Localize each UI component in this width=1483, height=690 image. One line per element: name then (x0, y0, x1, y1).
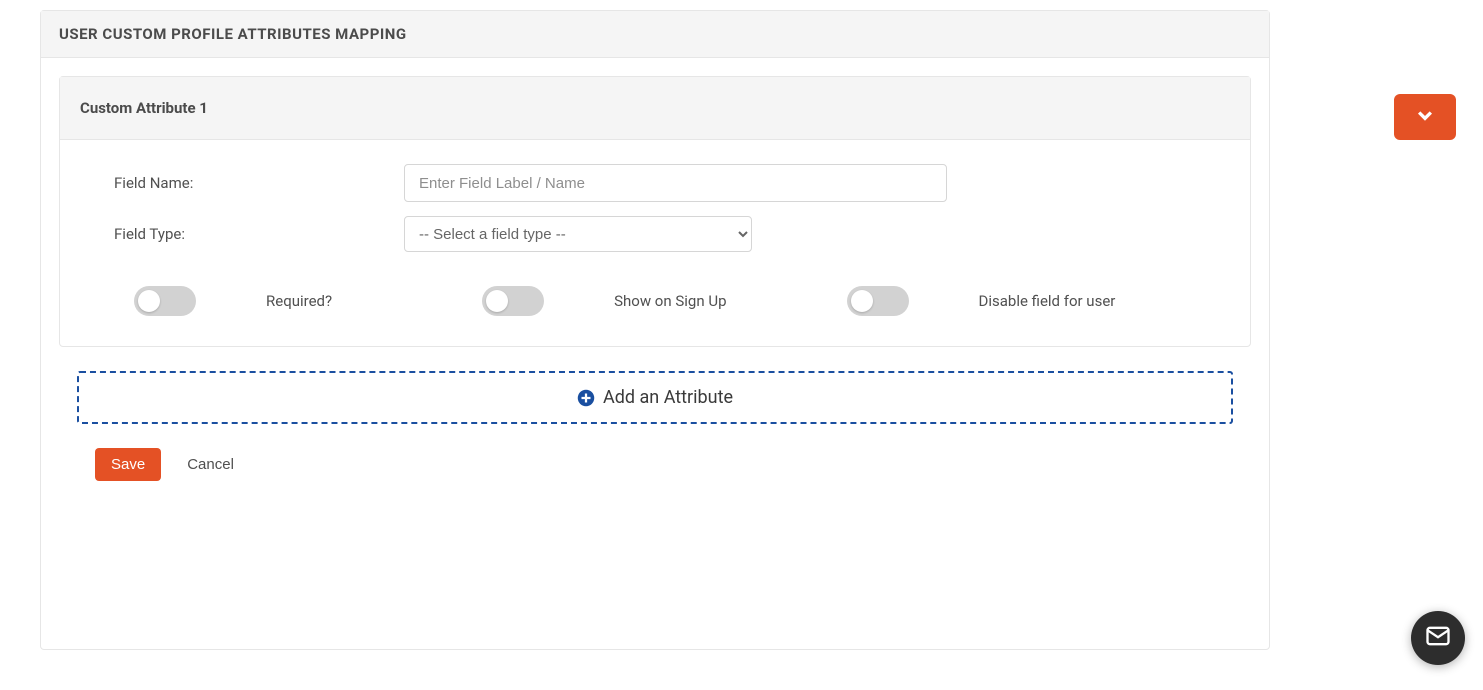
required-toggle-label: Required? (266, 292, 332, 310)
panel-title: USER CUSTOM PROFILE ATTRIBUTES MAPPING (41, 11, 1269, 58)
scroll-down-button[interactable] (1394, 94, 1456, 140)
toggle-knob (851, 290, 873, 312)
field-name-label: Field Name: (114, 174, 404, 192)
plus-circle-icon (577, 389, 595, 407)
cancel-button[interactable]: Cancel (187, 456, 234, 473)
attribute-title: Custom Attribute 1 (60, 77, 1250, 140)
save-button[interactable]: Save (95, 448, 161, 481)
add-attribute-button[interactable]: Add an Attribute (77, 371, 1233, 424)
field-name-input[interactable] (404, 164, 947, 202)
chat-button[interactable] (1411, 611, 1465, 665)
custom-attribute-card: Custom Attribute 1 Field Name: Field Typ… (59, 76, 1251, 347)
chevron-down-icon (1415, 105, 1435, 129)
toggle-knob (486, 290, 508, 312)
show-on-signup-toggle-label: Show on Sign Up (614, 292, 726, 310)
toggle-knob (138, 290, 160, 312)
attributes-mapping-panel: USER CUSTOM PROFILE ATTRIBUTES MAPPING C… (40, 10, 1270, 650)
field-type-select[interactable]: -- Select a field type -- (404, 216, 752, 252)
add-attribute-label: Add an Attribute (603, 387, 733, 408)
disable-field-toggle[interactable] (847, 286, 909, 316)
mail-icon (1424, 622, 1452, 654)
required-toggle[interactable] (134, 286, 196, 316)
field-type-label: Field Type: (114, 225, 404, 243)
disable-field-toggle-label: Disable field for user (979, 292, 1116, 310)
show-on-signup-toggle[interactable] (482, 286, 544, 316)
